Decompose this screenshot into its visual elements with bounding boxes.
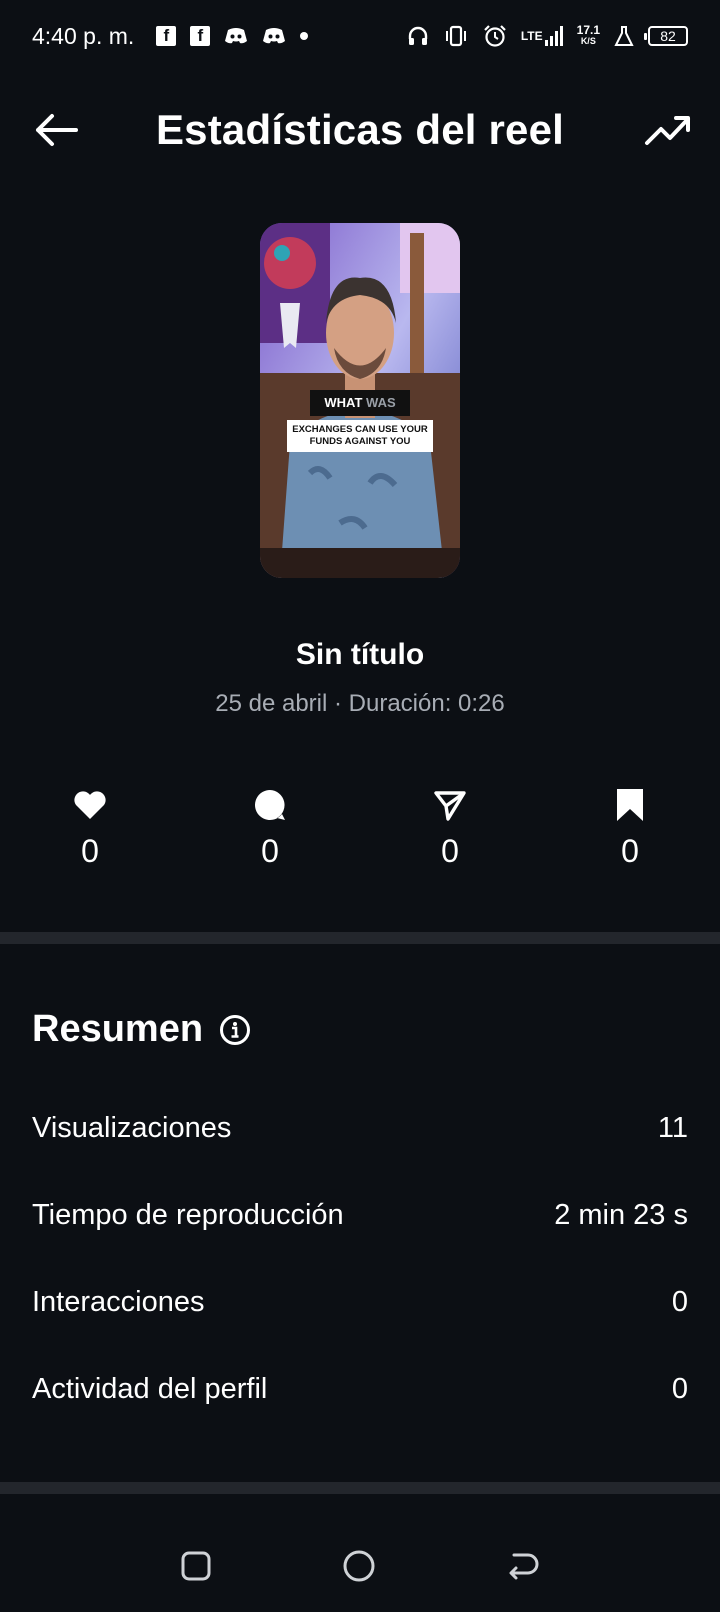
metric-label: Interacciones xyxy=(32,1286,205,1318)
signal-icon: LTE xyxy=(521,26,563,46)
summary-header: Resumen xyxy=(32,1008,251,1051)
recents-icon[interactable] xyxy=(180,1550,212,1582)
metric-row-watch-time[interactable]: Tiempo de reproducción 2 min 23 s xyxy=(32,1199,688,1232)
reel-thumbnail[interactable]: WHAT WAS EXCHANGES CAN USE YOUR FUNDS AG… xyxy=(260,223,460,578)
reel-title: Sin título xyxy=(295,638,425,671)
alarm-icon xyxy=(483,24,507,48)
notification-dot-icon xyxy=(300,32,309,40)
comments-stat: 0 xyxy=(180,785,360,870)
metric-label: Visualizaciones xyxy=(32,1112,232,1144)
back-button[interactable] xyxy=(28,102,84,158)
metric-value: 0 xyxy=(671,1373,688,1405)
shares-count: 0 xyxy=(441,833,459,869)
speed-unit: K/S xyxy=(580,36,596,46)
trends-button[interactable] xyxy=(640,102,696,158)
facebook-icon: f xyxy=(156,26,177,46)
comments-count: 0 xyxy=(261,833,279,869)
discord-icon xyxy=(224,27,248,45)
headphones-icon xyxy=(407,25,429,47)
section-divider xyxy=(0,1482,720,1494)
metric-value: 2 min 23 s xyxy=(554,1199,688,1231)
network-speed: 17.1 K/S xyxy=(576,23,600,47)
status-bar-right: LTE 17.1 K/S 82 xyxy=(407,24,688,48)
reel-meta: 25 de abril · Duración: 0:26 xyxy=(215,690,505,717)
facebook-icon: f xyxy=(190,26,211,46)
metric-row-views[interactable]: Visualizaciones 11 xyxy=(32,1112,688,1145)
saves-count: 0 xyxy=(621,833,639,869)
home-icon[interactable] xyxy=(342,1549,376,1583)
metric-label: Tiempo de reproducción xyxy=(32,1199,344,1231)
vibrate-icon xyxy=(443,25,469,47)
status-bar-left: 4:40 p. m. f f xyxy=(32,22,309,50)
status-bar: 4:40 p. m. f f LTE 17.1 K/S 82 xyxy=(0,0,720,72)
lab-icon xyxy=(614,25,634,47)
reel-insights-screen: 4:40 p. m. f f LTE 17.1 K/S 82 Estadísti… xyxy=(0,0,720,1612)
caption-word-was: WAS xyxy=(366,395,396,410)
metric-value: 11 xyxy=(657,1112,688,1144)
reel-caption-bottom: EXCHANGES CAN USE YOUR FUNDS AGAINST YOU xyxy=(287,420,433,452)
battery-icon: 82 xyxy=(644,26,688,46)
system-nav-bar xyxy=(0,1520,720,1612)
summary-title: Resumen xyxy=(32,1008,204,1050)
back-nav-icon[interactable] xyxy=(506,1551,540,1581)
trending-up-icon xyxy=(645,116,690,145)
status-time: 4:40 p. m. xyxy=(32,22,135,49)
app-header: Estadísticas del reel xyxy=(0,90,720,170)
likes-count: 0 xyxy=(81,833,99,869)
caption-word-what: WHAT xyxy=(324,395,363,410)
bookmark-icon xyxy=(617,789,643,821)
engagement-row: 0 0 0 0 xyxy=(0,785,720,870)
metric-label: Actividad del perfil xyxy=(32,1373,268,1405)
section-divider xyxy=(0,932,720,944)
saves-stat: 0 xyxy=(540,785,720,870)
heart-icon xyxy=(74,791,106,819)
shares-stat: 0 xyxy=(360,785,540,870)
likes-stat: 0 xyxy=(0,785,180,870)
speed-value: 17.1 xyxy=(576,23,600,37)
metric-row-profile-activity[interactable]: Actividad del perfil 0 xyxy=(32,1373,688,1406)
page-title: Estadísticas del reel xyxy=(155,106,565,153)
metric-row-interactions[interactable]: Interacciones 0 xyxy=(32,1286,688,1319)
network-type: LTE xyxy=(520,28,543,43)
share-icon xyxy=(434,791,466,821)
back-arrow-icon xyxy=(36,114,78,146)
discord-icon xyxy=(262,27,286,45)
reel-caption-top: WHAT WAS xyxy=(310,390,410,416)
comment-icon xyxy=(255,790,285,820)
info-icon[interactable] xyxy=(219,1014,251,1046)
metric-value: 0 xyxy=(671,1286,688,1318)
